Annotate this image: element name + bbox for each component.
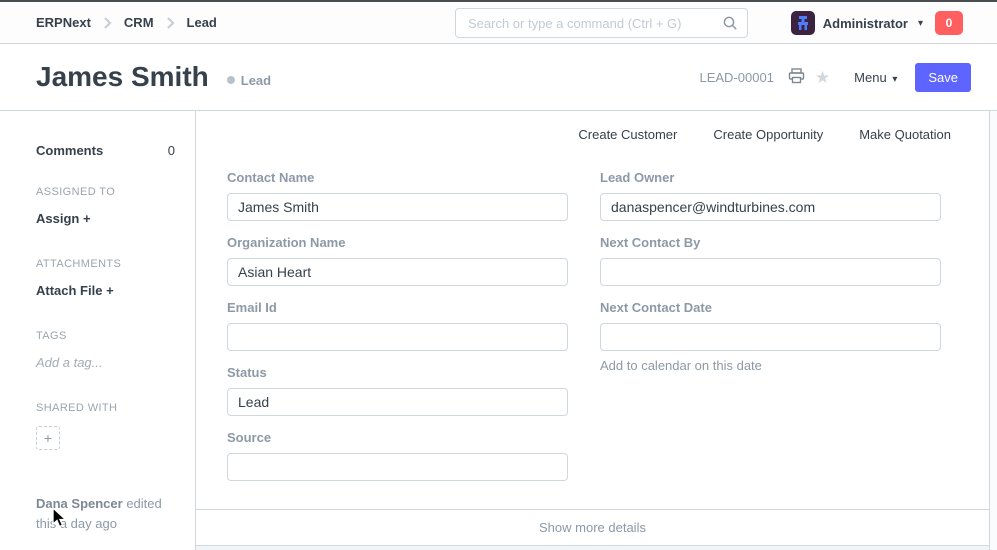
breadcrumb-crm[interactable]: CRM (124, 15, 154, 30)
avatar (791, 11, 815, 35)
share-add-button[interactable]: + (36, 426, 60, 450)
form-actions: Create Customer Create Opportunity Make … (196, 111, 989, 142)
print-button[interactable] (788, 68, 805, 87)
printer-icon (788, 68, 805, 87)
user-name: Administrator (823, 16, 908, 31)
menu-button[interactable]: Menu ▾ (854, 70, 897, 85)
form-sidebar: Comments 0 ASSIGNED TO Assign + ATTACHME… (0, 111, 196, 550)
page-head: James Smith Lead LEAD-00001 ★ Menu ▾ Sav… (0, 44, 997, 111)
field-next-contact-date: Next Contact Date Add to calendar on thi… (600, 300, 941, 373)
next-contact-date-input[interactable] (600, 323, 941, 351)
assign-button[interactable]: Assign + (36, 211, 91, 226)
next-contact-by-input[interactable] (600, 258, 941, 286)
search-input[interactable] (455, 8, 748, 38)
field-status: Status (227, 365, 568, 416)
status-indicator-label: Lead (241, 73, 271, 88)
field-lead-owner: Lead Owner (600, 170, 941, 221)
form-column-left: Contact Name Organization Name Email Id … (227, 170, 568, 495)
form-column-right: Lead Owner Next Contact By Next Contact … (600, 170, 941, 495)
source-select[interactable] (227, 453, 568, 481)
shared-with-heading: SHARED WITH (36, 402, 175, 414)
modified-by-user: Dana Spencer (36, 496, 123, 511)
breadcrumb: ERPNext CRM Lead (36, 15, 217, 30)
status-indicator[interactable]: Lead (227, 73, 271, 88)
breadcrumb-lead[interactable]: Lead (187, 15, 217, 30)
favorite-button[interactable]: ★ (815, 69, 830, 86)
caret-down-icon: ▾ (892, 74, 897, 85)
status-label: Status (227, 365, 568, 380)
star-icon: ★ (815, 69, 830, 86)
save-button[interactable]: Save (915, 63, 971, 92)
create-customer-button[interactable]: Create Customer (578, 127, 677, 142)
status-select[interactable] (227, 388, 568, 416)
page-title: James Smith (36, 61, 209, 93)
form-main: Create Customer Create Opportunity Make … (196, 111, 990, 550)
contact-name-label: Contact Name (227, 170, 568, 185)
comments-row: Comments 0 (36, 143, 175, 158)
user-menu[interactable]: Administrator ▾ (791, 11, 923, 35)
lead-owner-label: Lead Owner (600, 170, 941, 185)
field-organization-name: Organization Name (227, 235, 568, 286)
page-background-strip (196, 546, 989, 550)
status-dot-icon (227, 76, 235, 84)
lead-owner-input[interactable] (600, 193, 941, 221)
assigned-to-section: ASSIGNED TO Assign + (36, 186, 175, 228)
comments-count: 0 (168, 143, 175, 158)
attach-file-button[interactable]: Attach File + (36, 283, 114, 298)
global-search (455, 8, 748, 38)
menu-button-label: Menu (854, 70, 887, 85)
organization-name-label: Organization Name (227, 235, 568, 250)
email-id-input[interactable] (227, 323, 568, 351)
caret-down-icon: ▾ (918, 18, 923, 29)
tags-section: TAGS Add a tag... (36, 330, 175, 372)
tags-heading: TAGS (36, 330, 175, 342)
form-grid: Contact Name Organization Name Email Id … (196, 142, 989, 509)
breadcrumb-chevron-icon (103, 17, 112, 29)
attachments-section: ATTACHMENTS Attach File + (36, 258, 175, 300)
notification-badge[interactable]: 0 (935, 11, 963, 35)
next-contact-date-label: Next Contact Date (600, 300, 941, 315)
show-more-details-button[interactable]: Show more details (539, 520, 646, 535)
content: Comments 0 ASSIGNED TO Assign + ATTACHME… (0, 111, 997, 550)
field-contact-name: Contact Name (227, 170, 568, 221)
navbar: ERPNext CRM Lead Administrator ▾ 0 (0, 2, 997, 44)
comments-link[interactable]: Comments (36, 143, 103, 158)
mouse-cursor-icon (52, 507, 68, 534)
make-quotation-button[interactable]: Make Quotation (859, 127, 951, 142)
breadcrumb-erpnext[interactable]: ERPNext (36, 15, 91, 30)
field-next-contact-by: Next Contact By (600, 235, 941, 286)
create-opportunity-button[interactable]: Create Opportunity (713, 127, 823, 142)
email-id-label: Email Id (227, 300, 568, 315)
breadcrumb-chevron-icon (166, 17, 175, 29)
page-head-actions: LEAD-00001 ★ Menu ▾ Save (699, 63, 971, 92)
right-gutter (990, 111, 997, 550)
source-label: Source (227, 430, 568, 445)
next-contact-by-label: Next Contact By (600, 235, 941, 250)
search-icon[interactable] (722, 15, 738, 36)
form-footer: Show more details (196, 509, 989, 546)
doc-id: LEAD-00001 (699, 70, 773, 85)
assigned-to-heading: ASSIGNED TO (36, 186, 175, 198)
field-email-id: Email Id (227, 300, 568, 351)
field-source: Source (227, 430, 568, 481)
add-tag-input[interactable]: Add a tag... (36, 355, 103, 370)
next-contact-date-help: Add to calendar on this date (600, 358, 941, 373)
contact-name-input[interactable] (227, 193, 568, 221)
attachments-heading: ATTACHMENTS (36, 258, 175, 270)
organization-name-input[interactable] (227, 258, 568, 286)
shared-with-section: SHARED WITH + (36, 402, 175, 450)
